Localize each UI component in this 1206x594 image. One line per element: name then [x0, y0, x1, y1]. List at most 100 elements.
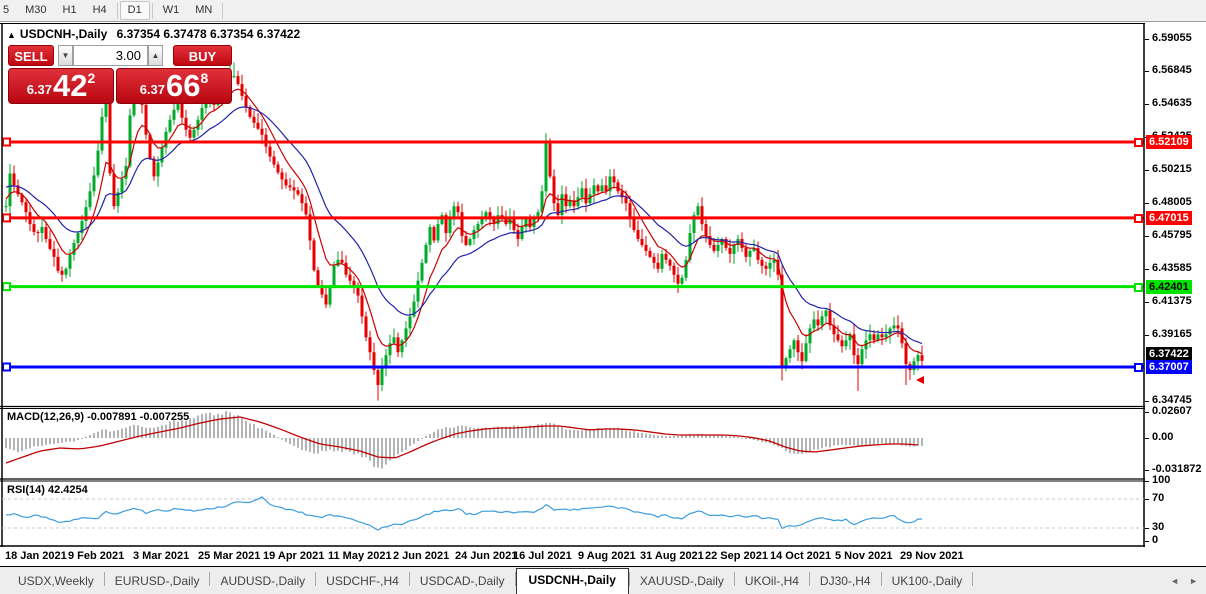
- sell-price-prefix: 6.37: [27, 82, 52, 97]
- timeframe-toolbar: 5M30H1H4 D1 W1MN: [0, 0, 1206, 22]
- price-tick-label: 6.50215: [1152, 163, 1192, 175]
- tab-ukoil-h4[interactable]: UKOil-,H4: [735, 570, 809, 594]
- timeframe-button-W1[interactable]: W1: [155, 1, 188, 20]
- hline-price-badge: 6.42401: [1146, 280, 1192, 294]
- tab-eurusd-daily[interactable]: EURUSD-,Daily: [105, 570, 210, 594]
- hline-right-handle[interactable]: [1134, 283, 1143, 292]
- hline-left-handle[interactable]: [3, 214, 10, 221]
- axis-tick: [1145, 528, 1149, 529]
- timeframe-button-M30[interactable]: M30: [17, 1, 54, 20]
- axis-tick: [1145, 401, 1149, 402]
- date-tick-label: 31 Aug 2021: [640, 550, 704, 562]
- hline-price-badge: 6.47015: [1146, 211, 1192, 225]
- sell-button[interactable]: SELL: [8, 45, 54, 66]
- tab-usdcnh-daily[interactable]: USDCNH-,Daily: [516, 568, 629, 594]
- price-tick-label: 6.45795: [1152, 229, 1192, 241]
- tab-scroll-arrows: ◄►: [1170, 576, 1198, 586]
- axis-tick: [1145, 438, 1149, 439]
- buy-price-tile[interactable]: 6.37668: [116, 68, 232, 104]
- tab-usdx-weekly[interactable]: USDX,Weekly: [8, 570, 104, 594]
- chart-window[interactable]: ▲ USDCNH-,Daily 6.37354 6.37478 6.37354 6…: [0, 23, 1145, 547]
- axis-tick: [1145, 412, 1149, 413]
- hline-left-handle[interactable]: [3, 139, 10, 146]
- rsi-indicator-label: RSI(14) 42.4254: [7, 484, 88, 496]
- date-tick-label: 5 Nov 2021: [835, 550, 892, 562]
- time-axis[interactable]: 18 Jan 20219 Feb 20213 Mar 202125 Mar 20…: [0, 547, 1206, 566]
- rsi-tick-label: 100: [1152, 474, 1170, 486]
- rsi-tick-label: 70: [1152, 492, 1164, 504]
- toolbar-separator: [152, 3, 153, 19]
- sell-price-big: 42: [53, 71, 87, 101]
- price-tick-label: 6.56845: [1152, 64, 1192, 76]
- axis-tick: [1145, 203, 1149, 204]
- date-tick-label: 3 Mar 2021: [133, 550, 189, 562]
- tab-scroll-left-icon[interactable]: ◄: [1170, 576, 1179, 586]
- timeframe-button-MN[interactable]: MN: [187, 1, 220, 20]
- macd-tick-label: 0.02607: [1152, 405, 1192, 417]
- chart-symbol-period: USDCNH-,Daily: [20, 27, 107, 41]
- date-tick-label: 11 May 2021: [328, 550, 392, 562]
- current-price-badge: 6.37422: [1146, 347, 1192, 361]
- toolbar-separator: [117, 3, 118, 19]
- date-tick-label: 2 Jun 2021: [393, 550, 449, 562]
- timeframe-button-5[interactable]: 5: [0, 1, 17, 20]
- tab-dj30-h4[interactable]: DJ30-,H4: [810, 570, 881, 594]
- timeframe-button-D1[interactable]: D1: [120, 1, 150, 20]
- tab-audusd-daily[interactable]: AUDUSD-,Daily: [210, 570, 315, 594]
- date-tick-label: 24 Jun 2021: [455, 550, 517, 562]
- axis-tick: [1145, 499, 1149, 500]
- tab-uk100-daily[interactable]: UK100-,Daily: [882, 570, 973, 594]
- price-tick-label: 6.41375: [1152, 295, 1192, 307]
- sell-price-tile[interactable]: 6.37422: [8, 68, 114, 104]
- date-tick-label: 29 Nov 2021: [900, 550, 964, 562]
- hline-right-handle[interactable]: [1134, 363, 1143, 372]
- tab-xauusd-daily[interactable]: XAUUSD-,Daily: [630, 570, 734, 594]
- date-tick-label: 14 Oct 2021: [770, 550, 831, 562]
- axis-tick: [1145, 71, 1149, 72]
- volume-increase-button[interactable]: ▲: [148, 45, 163, 66]
- axis-tick: [1145, 335, 1149, 336]
- price-axis[interactable]: 6.590556.568456.546356.524256.502156.480…: [1145, 23, 1206, 547]
- volume-input[interactable]: 3.00: [73, 45, 148, 66]
- timeframe-button-H1[interactable]: H1: [55, 1, 85, 20]
- hline-right-handle[interactable]: [1134, 214, 1143, 223]
- axis-tick: [1145, 541, 1149, 542]
- rsi-tick-label: 30: [1152, 521, 1164, 533]
- date-tick-label: 19 Apr 2021: [263, 550, 324, 562]
- collapse-triangle-icon[interactable]: ▲: [7, 30, 16, 40]
- price-tick-label: 6.59055: [1152, 32, 1192, 44]
- chart-ohlc-values: 6.37354 6.37478 6.37354 6.37422: [117, 27, 301, 41]
- hline-left-handle[interactable]: [3, 364, 10, 371]
- axis-tick: [1145, 236, 1149, 237]
- tab-usdchf-h4[interactable]: USDCHF-,H4: [316, 570, 409, 594]
- toolbar-separator: [222, 3, 223, 19]
- buy-button[interactable]: BUY: [173, 45, 232, 66]
- axis-tick: [1145, 470, 1149, 471]
- axis-tick: [1145, 481, 1149, 482]
- axis-tick: [1145, 104, 1149, 105]
- hline-left-handle[interactable]: [3, 283, 10, 290]
- tab-usdcad-daily[interactable]: USDCAD-,Daily: [410, 570, 515, 594]
- axis-tick: [1145, 170, 1149, 171]
- hline-right-handle[interactable]: [1134, 138, 1143, 147]
- hline-price-badge: 6.37007: [1146, 360, 1192, 374]
- date-tick-label: 16 Jul 2021: [513, 550, 572, 562]
- buy-price-sup: 8: [201, 70, 209, 86]
- hline-price-badge: 6.52109: [1146, 135, 1192, 149]
- timeframe-button-H4[interactable]: H4: [85, 1, 115, 20]
- price-tick-label: 6.54635: [1152, 97, 1192, 109]
- buy-price-big: 66: [166, 71, 200, 101]
- date-tick-label: 9 Feb 2021: [68, 550, 124, 562]
- tab-scroll-right-icon[interactable]: ►: [1189, 576, 1198, 586]
- axis-tick: [1145, 302, 1149, 303]
- chart-title: ▲ USDCNH-,Daily 6.37354 6.37478 6.37354 6…: [7, 27, 300, 41]
- sell-price-sup: 2: [88, 70, 96, 86]
- macd-indicator-label: MACD(12,26,9) -0.007891 -0.007255: [7, 411, 189, 423]
- price-tick-label: 6.43585: [1152, 262, 1192, 274]
- macd-tick-label: 0.00: [1152, 431, 1173, 443]
- date-tick-label: 18 Jan 2021: [5, 550, 67, 562]
- volume-decrease-button[interactable]: ▼: [58, 45, 73, 66]
- tab-separator: [972, 572, 973, 586]
- price-tick-label: 6.39165: [1152, 328, 1192, 340]
- axis-tick: [1145, 39, 1149, 40]
